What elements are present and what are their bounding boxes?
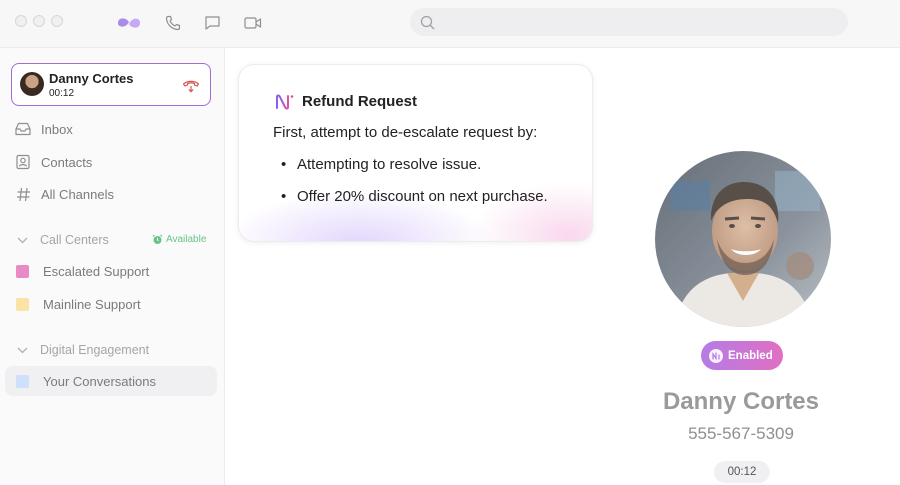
section-title: Digital Engagement [40,343,150,357]
channel-color-swatch [16,264,29,278]
avatar [20,72,44,96]
status-badge: Available [166,234,207,245]
caller-name: Danny Cortes [662,388,820,415]
close-window-button[interactable] [15,15,27,27]
ai-enabled-badge[interactable]: Enabled [701,341,783,370]
sidebar-item-contacts[interactable]: Contacts [14,150,92,174]
active-call-name: Danny Cortes [49,71,134,86]
list-item: Attempting to resolve issue. [281,156,481,173]
phone-icon[interactable] [162,12,184,34]
channel-color-swatch [16,374,29,388]
minimize-window-button[interactable] [33,15,45,27]
active-call-duration: 00:12 [49,88,75,99]
sidebar-item-label: Mainline Support [43,296,141,312]
sidebar-item-label: Contacts [41,154,93,170]
digital-engagement-section[interactable]: Digital Engagement [14,340,149,360]
contacts-icon [14,153,32,171]
ai-logo-icon [709,348,723,363]
hang-up-icon[interactable] [180,75,202,97]
caller-phone-number: 555-567-5309 [688,424,794,443]
hash-icon [14,185,32,203]
sidebar-item-label: All Channels [41,186,114,202]
availability-status[interactable]: Available [152,234,206,245]
badge-label: Enabled [728,349,773,362]
sidebar-item-label: Your Conversations [43,373,156,389]
video-icon[interactable] [242,12,264,34]
sidebar-item-mainline-support[interactable]: Mainline Support [14,292,141,316]
title-bar [0,0,900,48]
sidebar-item-escalated-support[interactable]: Escalated Support [14,259,149,283]
sidebar-item-label: Inbox [41,121,73,137]
chevron-down-icon [14,237,30,244]
sidebar-item-your-conversations[interactable]: Your Conversations [14,369,156,393]
sidebar-item-inbox[interactable]: Inbox [14,117,73,141]
channel-color-swatch [16,297,29,311]
sidebar-item-all-channels[interactable]: All Channels [14,182,114,206]
caller-photo [655,151,831,327]
sidebar-item-label: Escalated Support [43,263,150,279]
search-icon [416,11,438,33]
chevron-down-icon [14,347,30,354]
inbox-icon [14,120,32,138]
chat-icon[interactable] [201,12,223,34]
card-intro: First, attempt to de-escalate request by… [273,124,538,141]
maximize-window-button[interactable] [51,15,63,27]
section-title: Call Centers [40,233,109,247]
call-centers-section[interactable]: Call Centers [14,230,109,250]
refund-request-card: Refund Request First, attempt to de-esca… [238,64,593,242]
ai-logo-icon [275,94,295,110]
app-logo-icon[interactable] [116,12,142,34]
sidebar: Danny Cortes 00:12 Inbox Contacts All Ch… [0,48,225,485]
list-item: Offer 20% discount on next purchase. [281,188,548,205]
call-timer: 00:12 [714,461,770,483]
active-call-card[interactable]: Danny Cortes 00:12 [11,63,211,106]
card-title: Refund Request [302,93,418,110]
alarm-clock-icon [152,234,163,245]
search-bar[interactable] [410,8,848,36]
